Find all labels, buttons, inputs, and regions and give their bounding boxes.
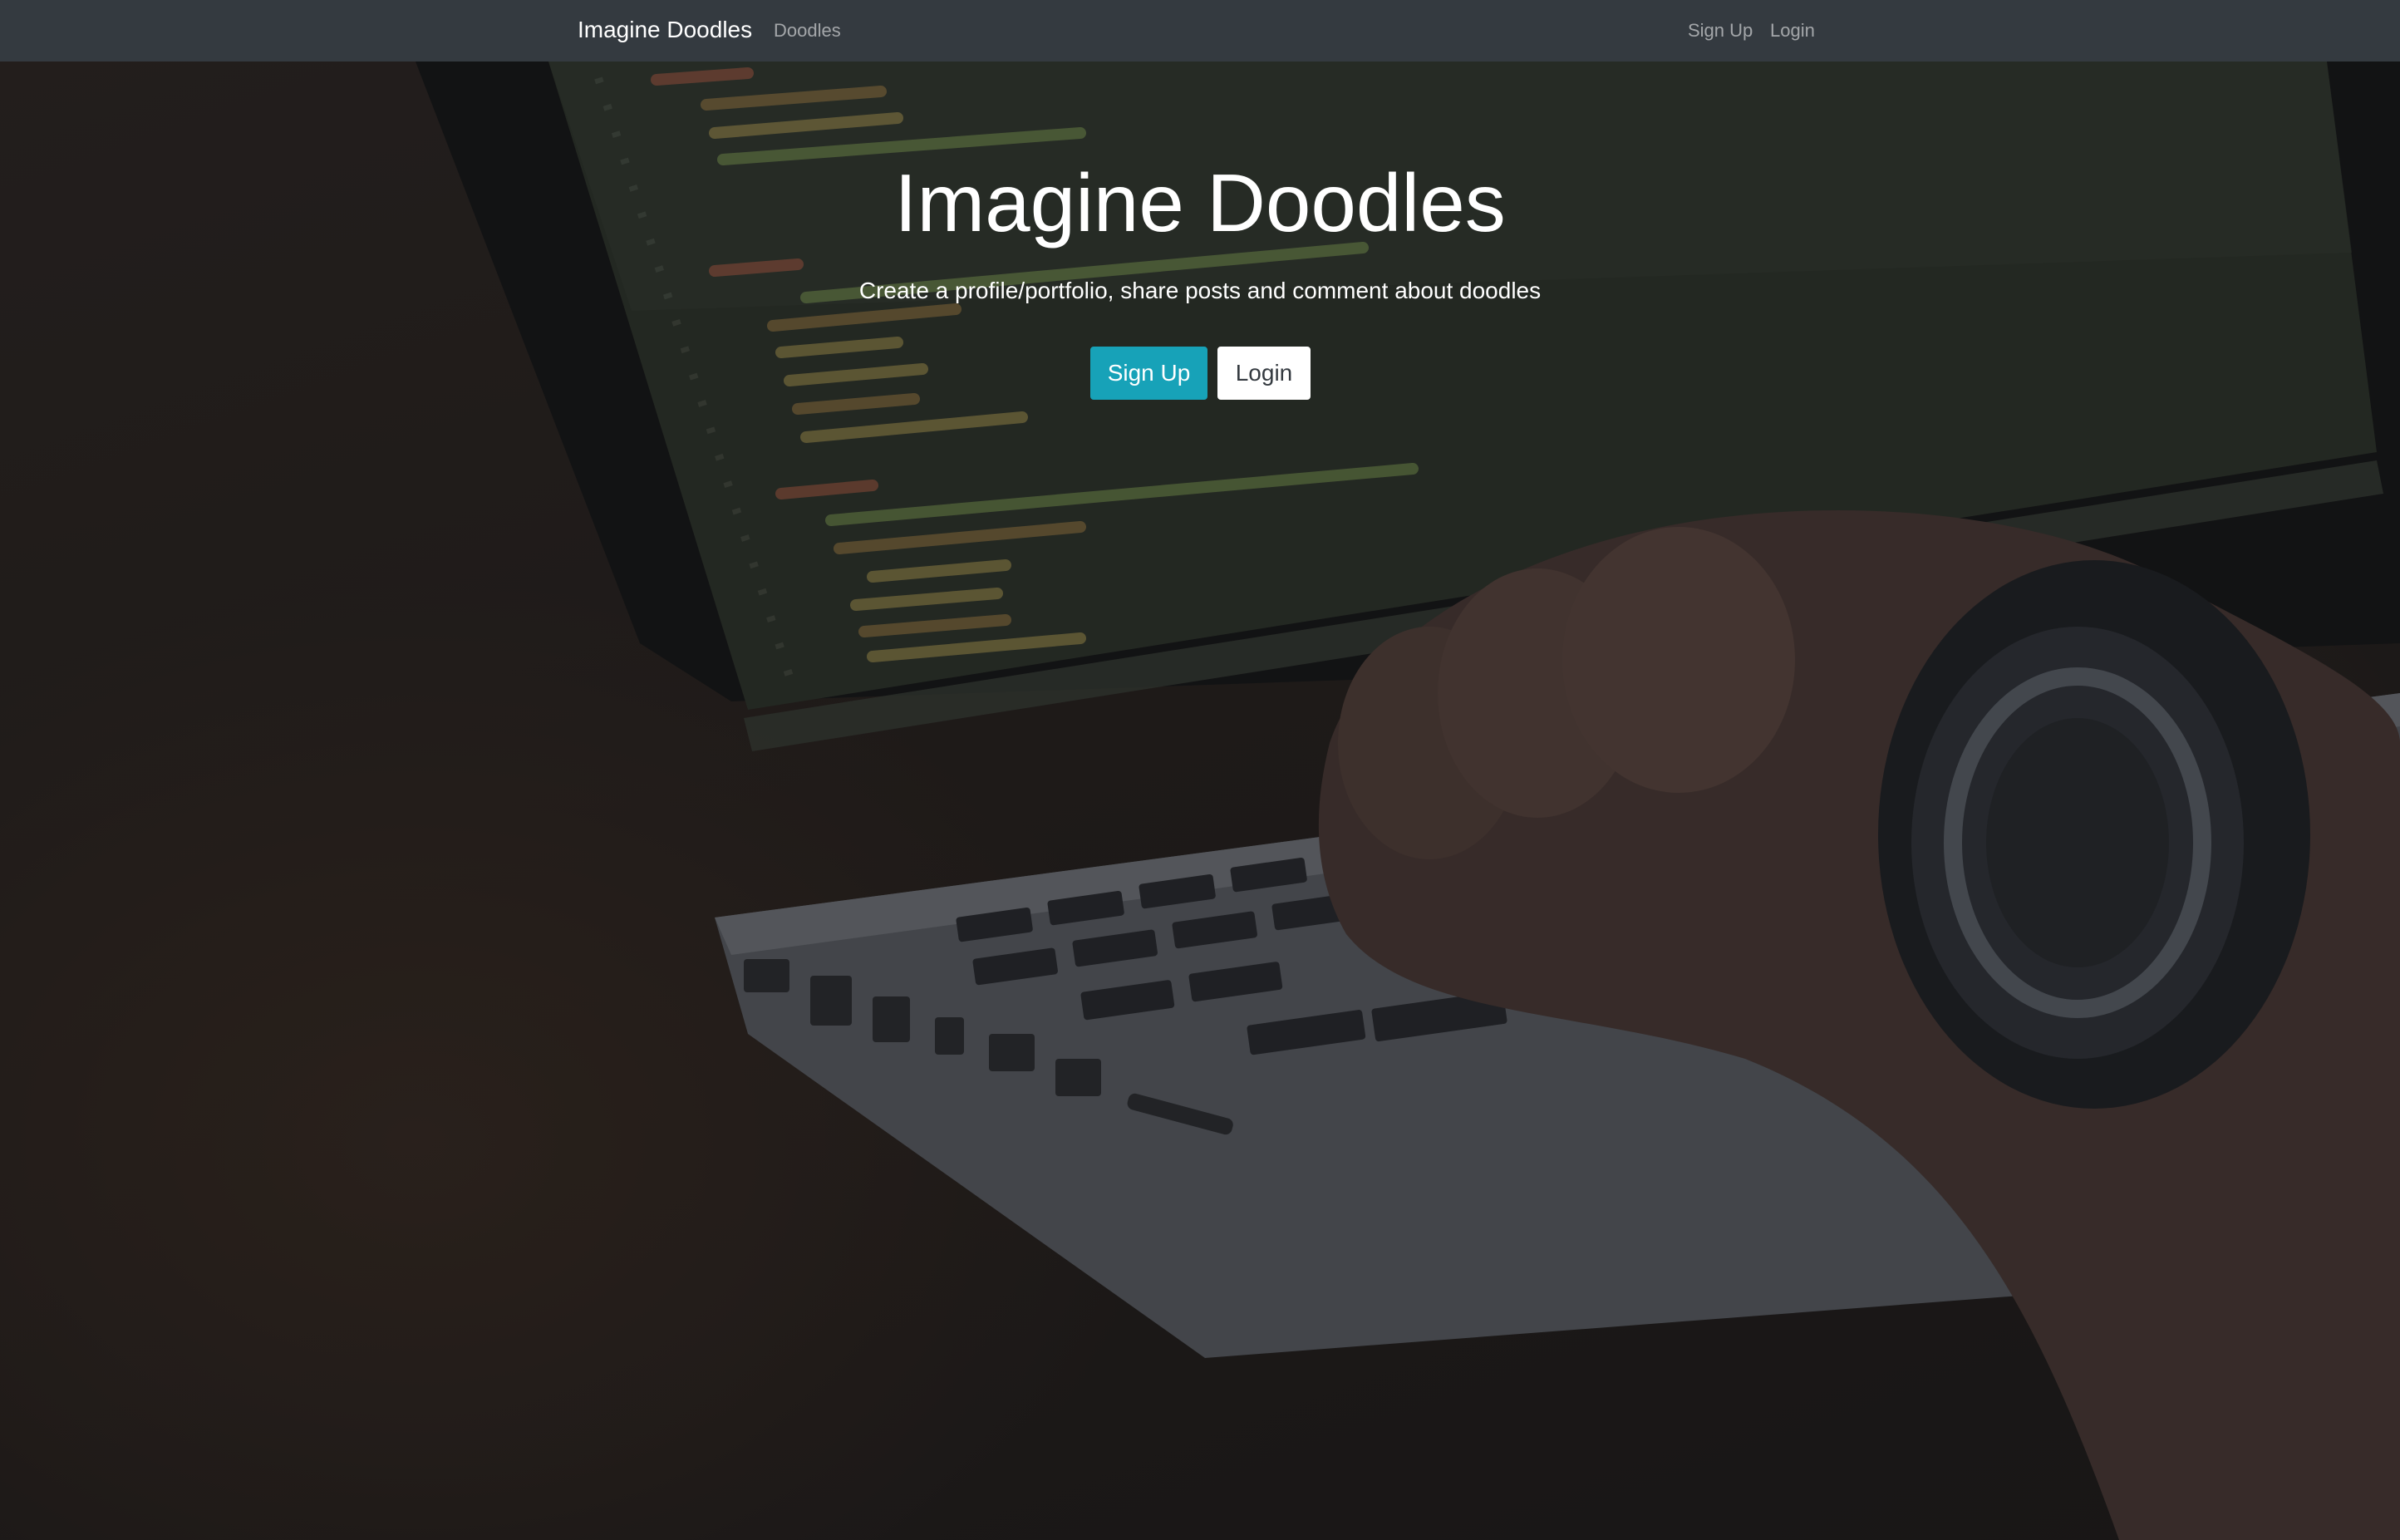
signup-button[interactable]: Sign Up [1090, 347, 1207, 400]
nav-link-signup[interactable]: Sign Up [1688, 20, 1753, 42]
navbar: Imagine Doodles Doodles Sign Up Login [0, 0, 2400, 62]
hero-subtitle: Create a profile/portfolio, share posts … [858, 278, 1542, 303]
navbar-brand[interactable]: Imagine Doodles [578, 17, 752, 43]
nav-link-login[interactable]: Login [1770, 20, 1815, 42]
hero-title: Imagine Doodles [894, 157, 1506, 248]
nav-link-doodles[interactable]: Doodles [774, 20, 841, 42]
login-button[interactable]: Login [1217, 347, 1311, 400]
